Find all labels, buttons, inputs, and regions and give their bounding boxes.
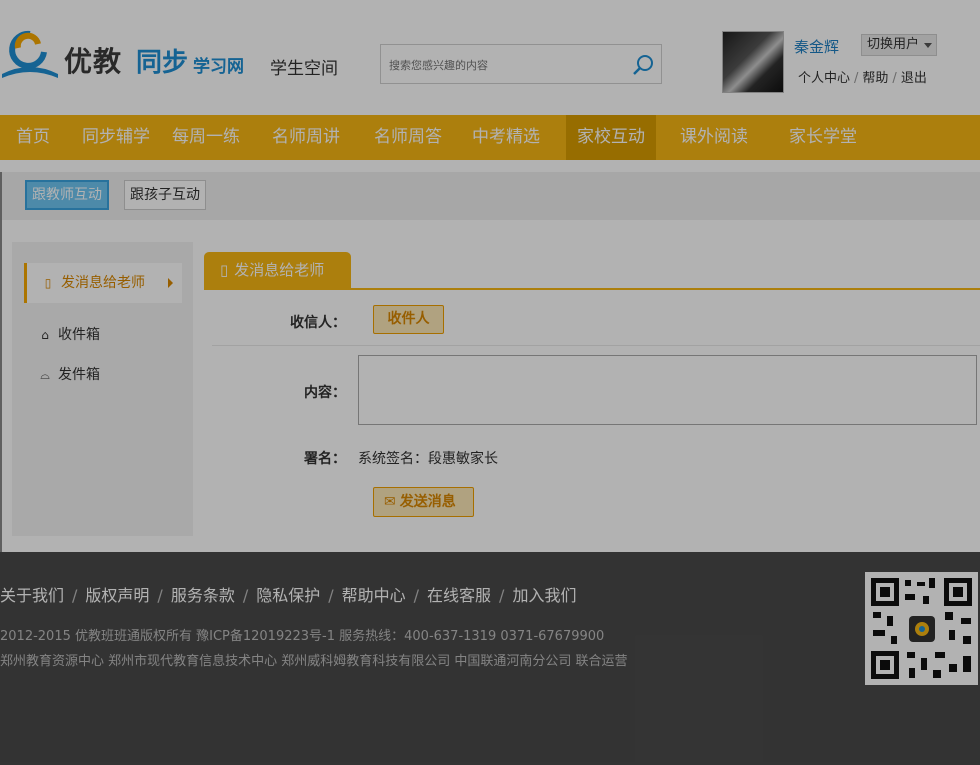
footer-link-privacy[interactable]: 隐私保护 xyxy=(256,586,320,605)
footer-link-support[interactable]: 在线客服 xyxy=(427,586,491,605)
logo-text-tongbu: 同步 xyxy=(136,48,189,78)
divider xyxy=(212,345,980,346)
nav-item-home[interactable]: 首页 xyxy=(0,115,66,160)
nav-item-weekly-practice[interactable]: 每周一练 xyxy=(166,115,246,160)
divider: / xyxy=(328,586,334,605)
qr-code-icon xyxy=(871,578,972,679)
footer: 关于我们 / 版权声明 / 服务条款 / 隐私保护 / 帮助中心 / 在线客服 / 加入我们 2012-… xyxy=(0,552,980,765)
search-icon[interactable] xyxy=(631,53,655,77)
sidebar-item-label: 发件箱 xyxy=(58,367,100,383)
chevron-right-icon xyxy=(168,278,173,288)
chevron-down-icon xyxy=(924,43,932,48)
divider: / xyxy=(72,586,78,605)
divider: / xyxy=(242,586,249,605)
divider: / xyxy=(892,71,897,86)
signature-label: 署名： xyxy=(304,451,346,467)
footer-link-join[interactable]: 加入我们 xyxy=(512,586,576,605)
nav-item-exam-select[interactable]: 中考精选 xyxy=(456,115,556,160)
nav-item-teacher-lecture[interactable]: 名师周讲 xyxy=(256,115,356,160)
logout-link[interactable]: 退出 xyxy=(901,71,927,86)
footer-link-terms[interactable]: 服务条款 xyxy=(171,586,235,605)
footer-link-about[interactable]: 关于我们 xyxy=(0,586,64,605)
switch-user-dropdown[interactable]: 切换用户 xyxy=(861,34,937,56)
sidebar-item-send-message[interactable]: ▯ 发消息给老师 xyxy=(24,263,182,303)
panel-divider xyxy=(204,288,980,290)
nav-item-teacher-answer[interactable]: 名师周答 xyxy=(358,115,458,160)
footer-operators: 郑州教育资源中心 郑州市现代教育信息技术中心 郑州威科姆教育科技有限公司 中国联… xyxy=(0,654,628,669)
divider: / xyxy=(413,586,420,605)
subtab-bar: 跟教师互动 跟孩子互动 xyxy=(0,172,980,220)
site-subtitle: 学生空间 xyxy=(270,59,338,79)
signature-value: 系统签名：段惠敏家长 xyxy=(358,451,498,467)
divider: / xyxy=(499,586,505,605)
sidebar-item-inbox[interactable]: ⌂ 收件箱 xyxy=(24,315,182,355)
logo-text-youjiao: 优教 xyxy=(64,45,123,78)
panel-tab-send-message[interactable]: ▯ 发消息给老师 xyxy=(204,252,351,289)
send-message-button[interactable]: ✉ 发送消息 xyxy=(373,487,474,517)
phone-icon: ▯ xyxy=(220,261,229,279)
divider: / xyxy=(157,586,163,605)
sidebar-item-label: 发消息给老师 xyxy=(61,275,145,291)
main-content: ▯ 发消息给老师 ⌂ 收件箱 ⌓ 发件箱 ▯ 发消息给老师 收信人： 收件人 内容： 署… xyxy=(0,220,980,552)
phone-icon: ▯ xyxy=(44,276,52,290)
outbox-icon: ⌓ xyxy=(40,368,50,382)
nav-item-home-school[interactable]: 家校互动 xyxy=(566,115,656,160)
avatar[interactable] xyxy=(722,31,784,93)
panel-tab-label: 发消息给老师 xyxy=(234,261,325,279)
nav-item-parent-school[interactable]: 家长学堂 xyxy=(773,115,873,160)
nav-item-sync-tutoring[interactable]: 同步辅学 xyxy=(66,115,166,160)
qr-code-image xyxy=(865,572,978,685)
header: 优教 同步 学习网 学生空间 秦金辉 切换用户 个人中心/帮助/退出 xyxy=(0,0,980,115)
switch-user-label: 切换用户 xyxy=(867,37,920,52)
user-links: 个人中心 / 帮助 / 退出 xyxy=(798,67,927,86)
sidebar-item-label: 收件箱 xyxy=(58,327,100,343)
footer-link-copyright[interactable]: 版权声明 xyxy=(85,586,149,605)
divider: / xyxy=(854,71,859,86)
search-box xyxy=(380,44,662,84)
main-nav: 首页 同步辅学 每周一练 名师周讲 名师周答 中考精选 家校互动 课外阅读 家长… xyxy=(0,115,980,160)
inbox-icon: ⌂ xyxy=(41,328,49,342)
tab-teacher-interaction[interactable]: 跟教师互动 xyxy=(25,180,109,210)
select-recipient-button[interactable]: 收件人 xyxy=(373,305,444,334)
footer-links: 关于我们 / 版权声明 / 服务条款 / 隐私保护 / 帮助中心 / 在线客服 / 加入我们 xyxy=(0,582,576,606)
sidebar-item-outbox[interactable]: ⌓ 发件箱 xyxy=(24,355,182,395)
message-content-field[interactable] xyxy=(358,355,977,425)
user-center-link[interactable]: 个人中心 xyxy=(798,71,850,86)
nav-item-extra-reading[interactable]: 课外阅读 xyxy=(664,115,764,160)
footer-link-help[interactable]: 帮助中心 xyxy=(342,586,406,605)
send-button-label: 发送消息 xyxy=(399,494,456,510)
help-link[interactable]: 帮助 xyxy=(862,71,888,86)
search-input[interactable] xyxy=(389,55,619,75)
username-link[interactable]: 秦金辉 xyxy=(794,36,839,57)
recipient-label: 收信人： xyxy=(290,315,346,331)
logo-emblem-icon xyxy=(2,30,58,78)
tab-child-interaction[interactable]: 跟孩子互动 xyxy=(124,180,206,210)
logo-text-xuexiwang: 学习网 xyxy=(193,57,244,77)
envelope-icon: ✉ xyxy=(384,494,396,510)
content-label: 内容： xyxy=(304,385,346,401)
footer-copyright: 2012-2015 优教班班通版权所有 豫ICP备12019223号-1 服务热… xyxy=(0,629,605,644)
